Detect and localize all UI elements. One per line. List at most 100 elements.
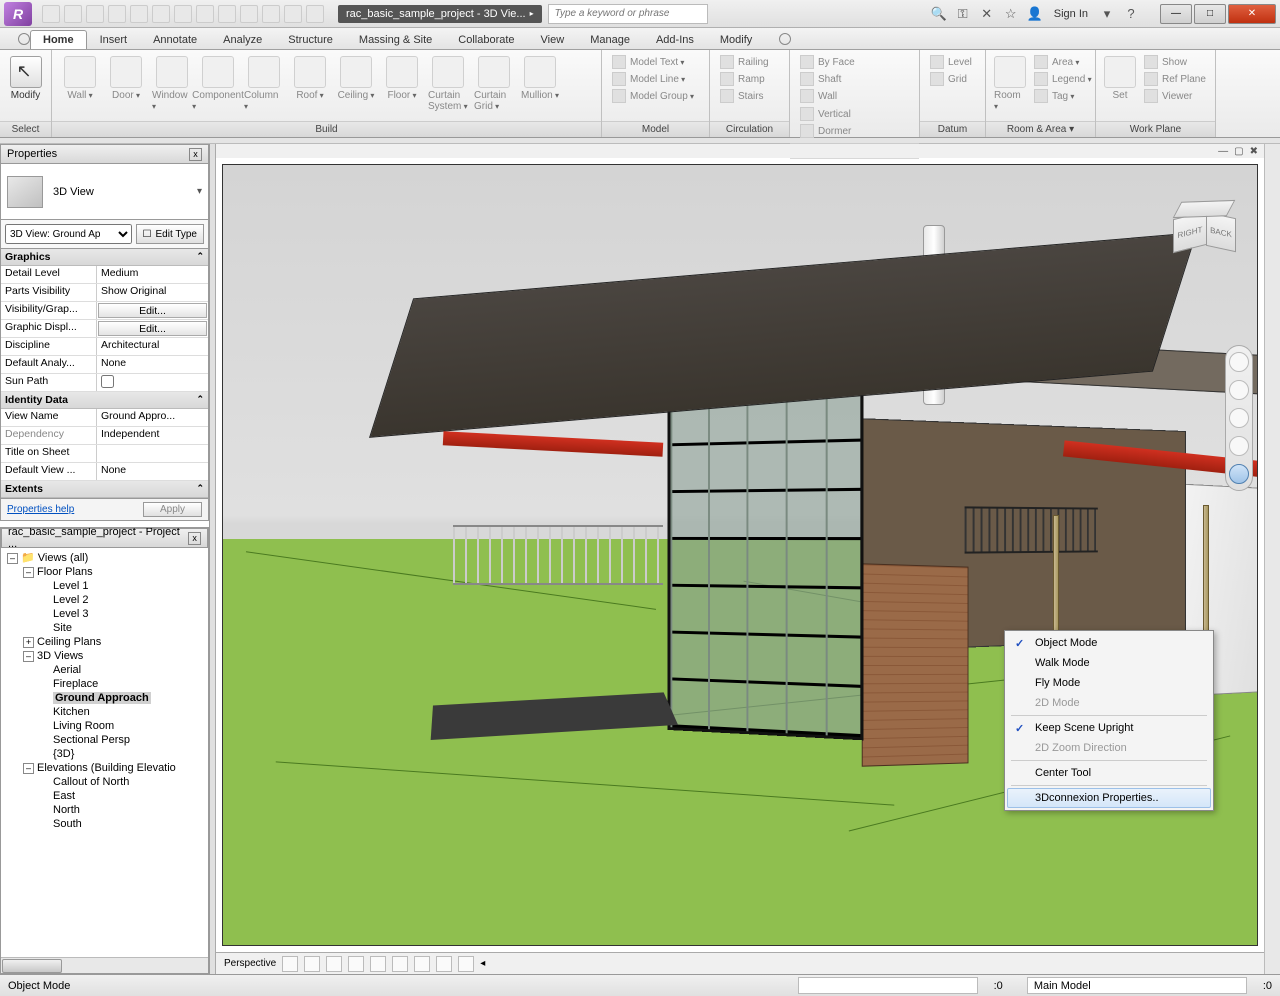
prop-row[interactable]: Sun Path <box>1 374 208 392</box>
qat-print-icon[interactable] <box>130 5 148 23</box>
tree-item[interactable]: –3D Views <box>3 649 206 663</box>
menu-center-tool[interactable]: Center Tool <box>1007 763 1211 783</box>
tree-item[interactable]: Fireplace <box>3 677 206 691</box>
qat-measure-icon[interactable] <box>152 5 170 23</box>
infocenter-search-icon[interactable]: 🔍 <box>930 6 948 22</box>
prop-row[interactable]: Default Analy...None <box>1 356 208 374</box>
vcb-temp-hide-icon[interactable] <box>458 956 474 972</box>
tree-item[interactable]: Level 1 <box>3 579 206 593</box>
favorites-icon[interactable]: ☆ <box>1002 6 1020 22</box>
browser-close-icon[interactable]: x <box>188 532 201 545</box>
viewer-button[interactable]: Viewer <box>1140 88 1210 104</box>
prop-row[interactable]: Visibility/Grap...Edit... <box>1 302 208 320</box>
zoom-icon[interactable] <box>1229 408 1249 428</box>
tab-annotate[interactable]: Annotate <box>140 30 210 49</box>
tab-analyze[interactable]: Analyze <box>210 30 275 49</box>
tree-item[interactable]: Sectional Persp <box>3 733 206 747</box>
vcb-sun-path-icon[interactable] <box>326 956 342 972</box>
sign-in-link[interactable]: Sign In <box>1050 8 1092 20</box>
tree-item[interactable]: Level 2 <box>3 593 206 607</box>
tab-view[interactable]: View <box>528 30 578 49</box>
qat-dim-icon[interactable] <box>218 5 236 23</box>
column-button[interactable]: Column <box>242 54 286 114</box>
prop-row[interactable]: DisciplineArchitectural <box>1 338 208 356</box>
window-minimize-button[interactable]: — <box>1160 4 1192 24</box>
qat-tag-icon[interactable] <box>240 5 258 23</box>
apply-button[interactable]: Apply <box>143 502 202 517</box>
instance-selector[interactable]: 3D View: Ground Ap <box>5 224 132 244</box>
ramp-button[interactable]: Ramp <box>716 71 773 87</box>
window-maximize-button[interactable]: □ <box>1194 4 1226 24</box>
tab-addins[interactable]: Add-Ins <box>643 30 707 49</box>
prop-row[interactable]: DependencyIndependent <box>1 427 208 445</box>
vertical-scrollbar[interactable] <box>1264 144 1280 974</box>
tag-button[interactable]: Tag <box>1030 88 1096 104</box>
qat-switch-icon[interactable] <box>284 5 302 23</box>
edit-type-button[interactable]: Edit Type <box>136 224 204 244</box>
prop-row[interactable]: View NameGround Appro... <box>1 409 208 427</box>
menu-3dconnexion-properties-[interactable]: 3Dconnexion Properties.. <box>1007 788 1211 808</box>
type-dropdown-icon[interactable]: ▾ <box>197 186 202 197</box>
wall-button[interactable]: Wall <box>796 88 859 104</box>
menu-object-mode[interactable]: Object Mode <box>1007 633 1211 653</box>
vcb-visual-style-icon[interactable] <box>304 956 320 972</box>
tree-item[interactable]: Aerial <box>3 663 206 677</box>
3dconnexion-icon[interactable] <box>1229 464 1249 484</box>
subscription-icon[interactable]: ⚿ <box>954 6 972 22</box>
pan-icon[interactable] <box>1229 380 1249 400</box>
tab-collaborate[interactable]: Collaborate <box>445 30 527 49</box>
ribbon-expand-icon[interactable] <box>18 33 30 45</box>
properties-header[interactable]: Properties x <box>0 144 209 164</box>
browser-header[interactable]: rac_basic_sample_project - Project ... x <box>1 528 208 548</box>
panel-room-area-title[interactable]: Room & Area ▾ <box>986 121 1095 137</box>
shaft-button[interactable]: Shaft <box>796 71 859 87</box>
tree-item[interactable]: East <box>3 789 206 803</box>
tree-item[interactable]: –Floor Plans <box>3 565 206 579</box>
view-maximize-icon[interactable]: ▢ <box>1234 146 1243 157</box>
help-icon[interactable]: ? <box>1122 6 1140 22</box>
menu-walk-mode[interactable]: Walk Mode <box>1007 653 1211 673</box>
component-button[interactable]: Component <box>196 54 240 114</box>
tree-item[interactable]: +Ceiling Plans <box>3 635 206 649</box>
vcb-rendering-icon[interactable] <box>370 956 386 972</box>
prop-row[interactable]: Detail LevelMedium <box>1 266 208 284</box>
show-button[interactable]: Show <box>1140 54 1210 70</box>
model-line-button[interactable]: Model Line <box>608 71 698 87</box>
tree-item[interactable]: –Elevations (Building Elevatio <box>3 761 206 775</box>
tab-modify[interactable]: Modify <box>707 30 765 49</box>
view-cube[interactable]: RIGHT BACK <box>1173 205 1237 259</box>
vcb-crop-region-icon[interactable] <box>414 956 430 972</box>
tree-item[interactable]: {3D} <box>3 747 206 761</box>
tab-massing-site[interactable]: Massing & Site <box>346 30 445 49</box>
properties-close-icon[interactable]: x <box>189 148 202 161</box>
qat-sync-icon[interactable] <box>262 5 280 23</box>
status-editable-only[interactable] <box>798 977 978 994</box>
model-group-button[interactable]: Model Group <box>608 88 698 104</box>
tab-insert[interactable]: Insert <box>87 30 141 49</box>
door-button[interactable]: Door <box>104 54 148 103</box>
tab-manage[interactable]: Manage <box>577 30 643 49</box>
ref-plane-button[interactable]: Ref Plane <box>1140 71 1210 87</box>
qat-open-icon[interactable] <box>42 5 60 23</box>
tab-structure[interactable]: Structure <box>275 30 346 49</box>
app-menu-icon[interactable]: R <box>4 2 32 26</box>
properties-help-link[interactable]: Properties help <box>7 504 74 515</box>
prop-row[interactable]: Parts VisibilityShow Original <box>1 284 208 302</box>
roof-button[interactable]: Roof <box>288 54 332 103</box>
tree-item[interactable]: Ground Approach <box>3 691 206 705</box>
help-dropdown-icon[interactable]: ▾ <box>1098 6 1116 22</box>
tree-item[interactable]: Kitchen <box>3 705 206 719</box>
ceiling-button[interactable]: Ceiling <box>334 54 378 103</box>
vcb-model-graphics-icon[interactable] <box>282 956 298 972</box>
tree-item[interactable]: South <box>3 817 206 831</box>
tree-item[interactable]: Callout of North <box>3 775 206 789</box>
legend-button[interactable]: Legend <box>1030 71 1096 87</box>
wall-button[interactable]: Wall <box>58 54 102 103</box>
set-workplane-button[interactable]: Set <box>1102 54 1138 103</box>
tree-item[interactable]: North <box>3 803 206 817</box>
vcb-lock-icon[interactable] <box>436 956 452 972</box>
view-minimize-icon[interactable]: — <box>1218 146 1228 157</box>
curtain-system-button[interactable]: Curtain System <box>426 54 470 114</box>
type-selector[interactable]: 3D View ▾ <box>0 164 209 220</box>
model-text-button[interactable]: Model Text <box>608 54 698 70</box>
